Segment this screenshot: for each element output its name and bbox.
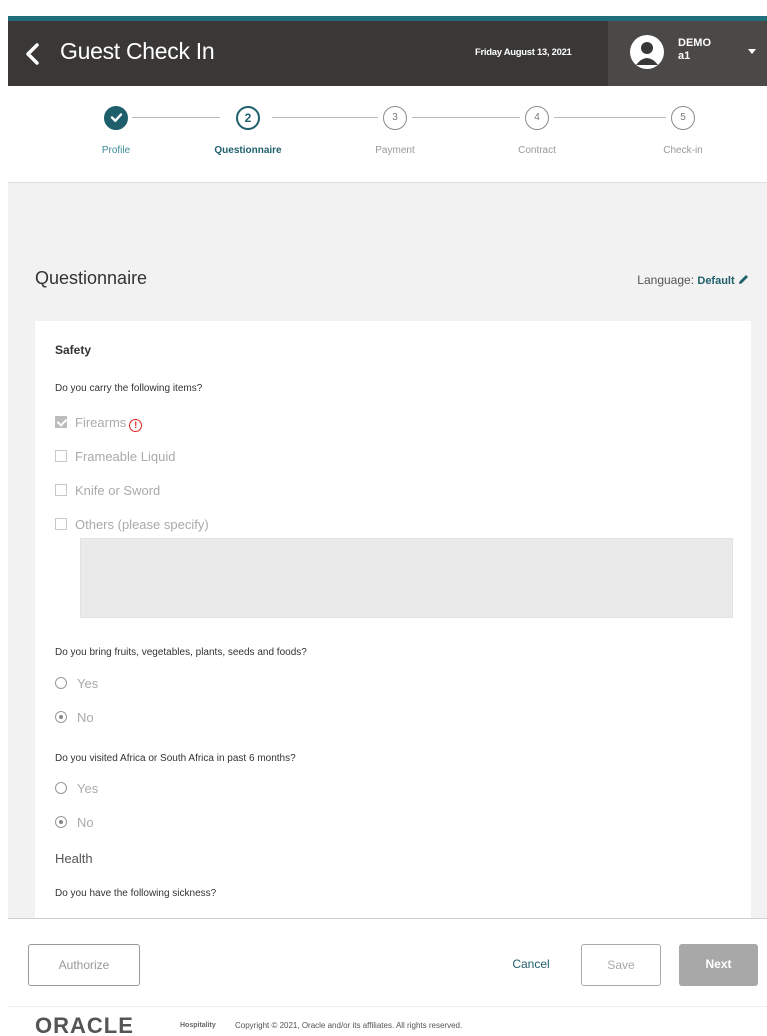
section-title-health: Health — [55, 851, 93, 866]
brand-subtitle: Hospitality — [180, 1022, 216, 1029]
radio-icon — [55, 782, 67, 794]
radio-icon — [55, 677, 67, 689]
oracle-logo: ORACLE — [35, 1013, 134, 1036]
footer-bar: Authorize Cancel Save Next ORACLE Hospit… — [8, 918, 767, 1036]
progress-stepper: Profile 2 Questionnaire 3 Payment 4 Cont… — [8, 86, 767, 183]
radio-fruits-no[interactable]: No — [55, 710, 94, 728]
cancel-button[interactable]: Cancel — [496, 944, 566, 986]
user-name: DEMO a1 — [678, 37, 711, 62]
warning-icon: ! — [129, 419, 143, 432]
save-button[interactable]: Save — [581, 944, 661, 986]
next-button[interactable]: Next — [679, 944, 758, 986]
checkbox-knife-or-sword[interactable]: Knife or Sword — [55, 483, 160, 501]
checkbox-others[interactable]: Others (please specify) — [55, 517, 209, 535]
copyright-text: Copyright © 2021, Oracle and/or its affi… — [235, 1021, 463, 1030]
pencil-icon[interactable] — [738, 274, 749, 285]
current-date: Friday August 13, 2021 — [475, 47, 572, 58]
step-contract[interactable]: 4 Contract — [477, 106, 597, 156]
checkbox-icon — [55, 416, 67, 428]
checkbox-icon — [55, 450, 67, 462]
checkbox-frameable-liquid[interactable]: Frameable Liquid — [55, 449, 175, 467]
radio-icon — [55, 816, 67, 828]
step-questionnaire[interactable]: 2 Questionnaire — [188, 106, 308, 156]
app-header: Guest Check In Friday August 13, 2021 DE… — [8, 16, 767, 86]
step-payment[interactable]: 3 Payment — [335, 106, 455, 156]
radio-africa-yes[interactable]: Yes — [55, 781, 98, 799]
checkbox-firearms[interactable]: Firearms! — [55, 415, 143, 433]
question-label: Do you carry the following items? — [55, 383, 203, 394]
back-icon[interactable] — [22, 41, 44, 67]
page-title: Guest Check In — [60, 38, 215, 64]
checkbox-icon — [55, 484, 67, 496]
avatar-icon — [630, 35, 664, 69]
chevron-down-icon — [748, 49, 756, 54]
question-label: Do you visited Africa or South Africa in… — [55, 753, 296, 764]
user-menu[interactable]: DEMO a1 — [608, 21, 767, 86]
language-selector[interactable]: Language: Default — [637, 273, 749, 287]
others-specify-textarea[interactable] — [80, 538, 733, 618]
radio-fruits-yes[interactable]: Yes — [55, 676, 98, 694]
checkbox-icon — [55, 518, 67, 530]
question-label: Do you bring fruits, vegetables, plants,… — [55, 647, 307, 658]
check-icon — [104, 106, 128, 130]
radio-icon — [55, 711, 67, 723]
step-profile[interactable]: Profile — [56, 106, 176, 156]
section-heading: Questionnaire — [35, 268, 148, 288]
authorize-button[interactable]: Authorize — [28, 944, 140, 986]
questionnaire-card: Safety Do you carry the following items?… — [35, 321, 751, 918]
step-check-in[interactable]: 5 Check-in — [623, 106, 743, 156]
top-strip — [0, 0, 767, 16]
main-content: Questionnaire Language: Default Safety D… — [8, 183, 767, 918]
question-label: Do you have the following sickness? — [55, 888, 217, 899]
radio-africa-no[interactable]: No — [55, 815, 94, 833]
section-title-safety: Safety — [55, 343, 92, 357]
brand-footer: ORACLE Hospitality Copyright © 2021, Ora… — [8, 1006, 767, 1036]
